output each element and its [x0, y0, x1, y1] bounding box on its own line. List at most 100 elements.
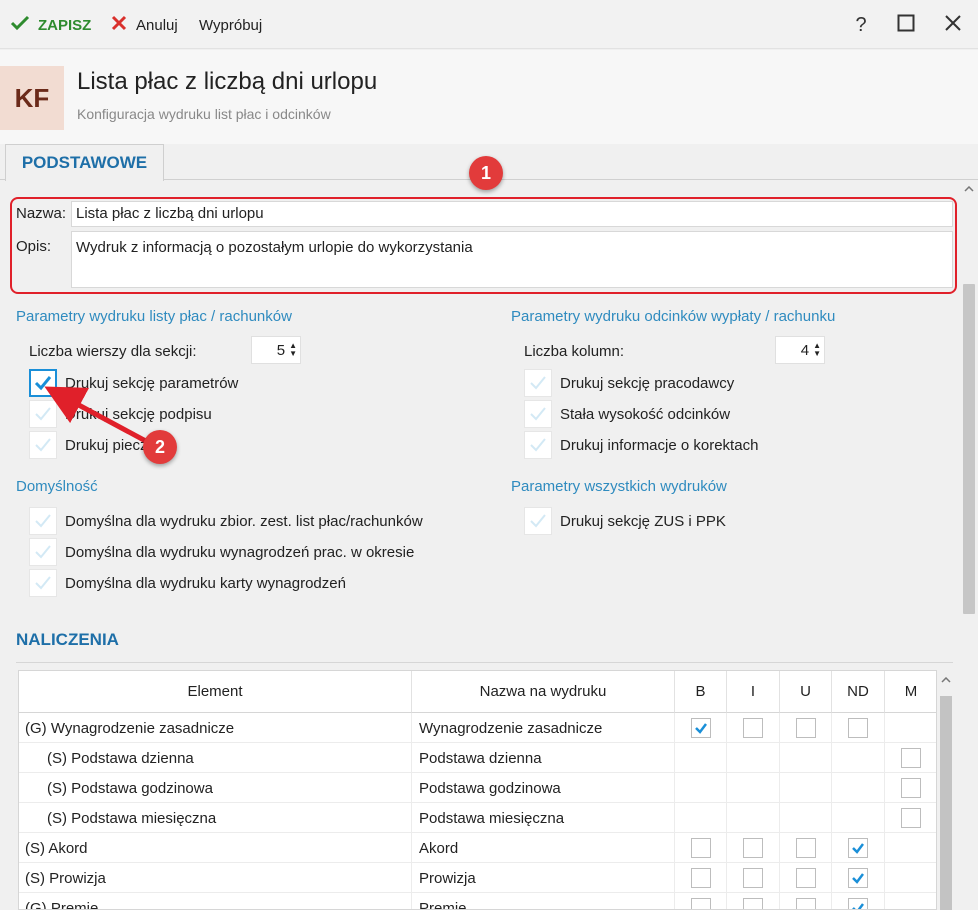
- cell-b: [675, 803, 727, 833]
- page-title: Lista płac z liczbą dni urlopu: [77, 68, 378, 95]
- check-default-period[interactable]: Domyślna dla wydruku wynagrodzeń prac. w…: [29, 538, 414, 566]
- check-employer[interactable]: Drukuj sekcję pracodawcy: [524, 369, 734, 397]
- checkmark-icon: [852, 873, 864, 884]
- check-fixed-height[interactable]: Stała wysokość odcinków: [524, 400, 730, 428]
- cell-nd: [832, 803, 885, 833]
- tab-podstawowe[interactable]: PODSTAWOWE: [5, 144, 164, 181]
- checkmark-icon: [694, 723, 707, 734]
- table-row[interactable]: (S) Prowizja Prowizja: [19, 863, 936, 893]
- checkbox[interactable]: [901, 808, 921, 828]
- checkbox[interactable]: [690, 868, 711, 888]
- checkbox-label: Drukuj sekcję pracodawcy: [560, 374, 735, 392]
- cols-stepper[interactable]: 4 ▲ ▼: [775, 336, 825, 364]
- checkbox-label: Drukuj sekcję podpisu: [65, 405, 212, 423]
- close-window-button[interactable]: [938, 12, 968, 38]
- cell-print-name[interactable]: Akord: [412, 833, 675, 863]
- checkbox-label: Domyślna dla wydruku karty wynagrodzeń: [65, 574, 346, 592]
- app-logo: KF: [0, 66, 64, 130]
- table-row[interactable]: (S) Podstawa godzinowa Podstawa godzinowa: [19, 773, 936, 803]
- checkbox[interactable]: [795, 838, 816, 858]
- divider: [16, 662, 953, 663]
- column-header-i[interactable]: I: [727, 671, 780, 713]
- checkbox[interactable]: [29, 369, 57, 397]
- table-row[interactable]: (S) Podstawa miesięczna Podstawa miesięcz…: [19, 803, 936, 833]
- checkbox[interactable]: [901, 748, 921, 768]
- checkbox[interactable]: [848, 718, 868, 738]
- cell-print-name[interactable]: Wynagrodzenie zasadnicze: [412, 713, 675, 743]
- cell-print-name[interactable]: Prowizja: [412, 863, 675, 893]
- check-corrections[interactable]: Drukuj informacje o korektach: [524, 431, 758, 459]
- cell-i: [727, 893, 780, 909]
- cell-nd: [832, 713, 885, 743]
- checkbox[interactable]: [743, 718, 763, 738]
- checkbox[interactable]: [795, 898, 816, 909]
- try-button[interactable]: Wypróbuj: [199, 13, 262, 37]
- cell-i: [727, 803, 780, 833]
- check-print-params[interactable]: Drukuj sekcję parametrów: [29, 369, 238, 397]
- stepper-arrows-icon[interactable]: ▲ ▼: [289, 342, 297, 358]
- check-print-signature[interactable]: Drukuj sekcję podpisu: [29, 400, 212, 428]
- checkbox[interactable]: [690, 838, 711, 858]
- checkbox[interactable]: [29, 431, 57, 459]
- column-header-element[interactable]: Element: [19, 671, 412, 713]
- cell-element: (S) Prowizja: [19, 863, 412, 893]
- cell-print-name[interactable]: Podstawa dzienna: [412, 743, 675, 773]
- scroll-up-icon[interactable]: [963, 183, 975, 195]
- table-row[interactable]: (G) Wynagrodzenie zasadnicze Wynagrodzeni…: [19, 713, 936, 743]
- naliczenia-table: Element Nazwa na wydruku B I U ND M (G) …: [18, 670, 937, 910]
- table-row[interactable]: (S) Akord Akord: [19, 833, 936, 863]
- table-scrollbar[interactable]: [938, 670, 954, 910]
- checkbox[interactable]: [848, 898, 868, 909]
- cell-u: [780, 863, 832, 893]
- checkbox[interactable]: [29, 400, 57, 428]
- checkbox[interactable]: [795, 718, 816, 738]
- cell-print-name[interactable]: Podstawa miesięczna: [412, 803, 675, 833]
- cell-print-name[interactable]: Podstawa godzinowa: [412, 773, 675, 803]
- table-row[interactable]: (S) Podstawa dzienna Podstawa dzienna: [19, 743, 936, 773]
- checkbox[interactable]: [524, 369, 552, 397]
- column-header-print-name[interactable]: Nazwa na wydruku: [412, 671, 675, 713]
- help-icon: ?: [855, 13, 867, 36]
- cell-print-name[interactable]: Premie: [412, 893, 675, 909]
- checkbox[interactable]: [29, 507, 57, 535]
- checkbox[interactable]: [524, 400, 552, 428]
- check-default-summary[interactable]: Domyślna dla wydruku zbior. zest. list p…: [29, 507, 423, 535]
- checkbox[interactable]: [29, 538, 57, 566]
- cell-m: [885, 743, 936, 773]
- check-zus-ppk[interactable]: Drukuj sekcję ZUS i PPK: [524, 507, 726, 535]
- scroll-up-icon[interactable]: [940, 674, 952, 686]
- check-default-card[interactable]: Domyślna dla wydruku karty wynagrodzeń: [29, 569, 346, 597]
- checkbox[interactable]: [848, 838, 868, 858]
- scroll-thumb[interactable]: [940, 696, 952, 910]
- checkbox[interactable]: [743, 838, 763, 858]
- scroll-thumb[interactable]: [963, 284, 975, 614]
- column-header-nd[interactable]: ND: [832, 671, 885, 713]
- column-header-u[interactable]: U: [780, 671, 832, 713]
- checkbox[interactable]: [690, 718, 711, 738]
- rows-value: 5: [276, 341, 286, 359]
- close-icon: [110, 14, 128, 36]
- table-row[interactable]: (G) Premie Premie: [19, 893, 936, 909]
- help-button[interactable]: ?: [846, 12, 876, 38]
- checkbox[interactable]: [524, 507, 552, 535]
- save-button[interactable]: ZAPISZ: [10, 13, 91, 37]
- section-slip-params: Parametry wydruku odcinków wypłaty / rac…: [511, 308, 836, 325]
- column-header-m[interactable]: M: [885, 671, 936, 713]
- cell-b: [675, 743, 727, 773]
- checkbox[interactable]: [848, 868, 868, 888]
- stepper-arrows-icon[interactable]: ▲ ▼: [813, 342, 821, 358]
- checkbox[interactable]: [690, 898, 711, 909]
- maximize-button[interactable]: [891, 12, 921, 38]
- checkbox[interactable]: [29, 569, 57, 597]
- cancel-button[interactable]: Anuluj: [110, 13, 178, 37]
- cell-b: [675, 713, 727, 743]
- cell-m: [885, 863, 936, 893]
- checkbox[interactable]: [901, 778, 921, 798]
- checkbox[interactable]: [743, 898, 763, 909]
- rows-stepper[interactable]: 5 ▲ ▼: [251, 336, 301, 364]
- checkbox[interactable]: [524, 431, 552, 459]
- checkbox[interactable]: [795, 868, 816, 888]
- column-header-b[interactable]: B: [675, 671, 727, 713]
- checkbox[interactable]: [743, 868, 763, 888]
- main-scrollbar[interactable]: [960, 181, 978, 910]
